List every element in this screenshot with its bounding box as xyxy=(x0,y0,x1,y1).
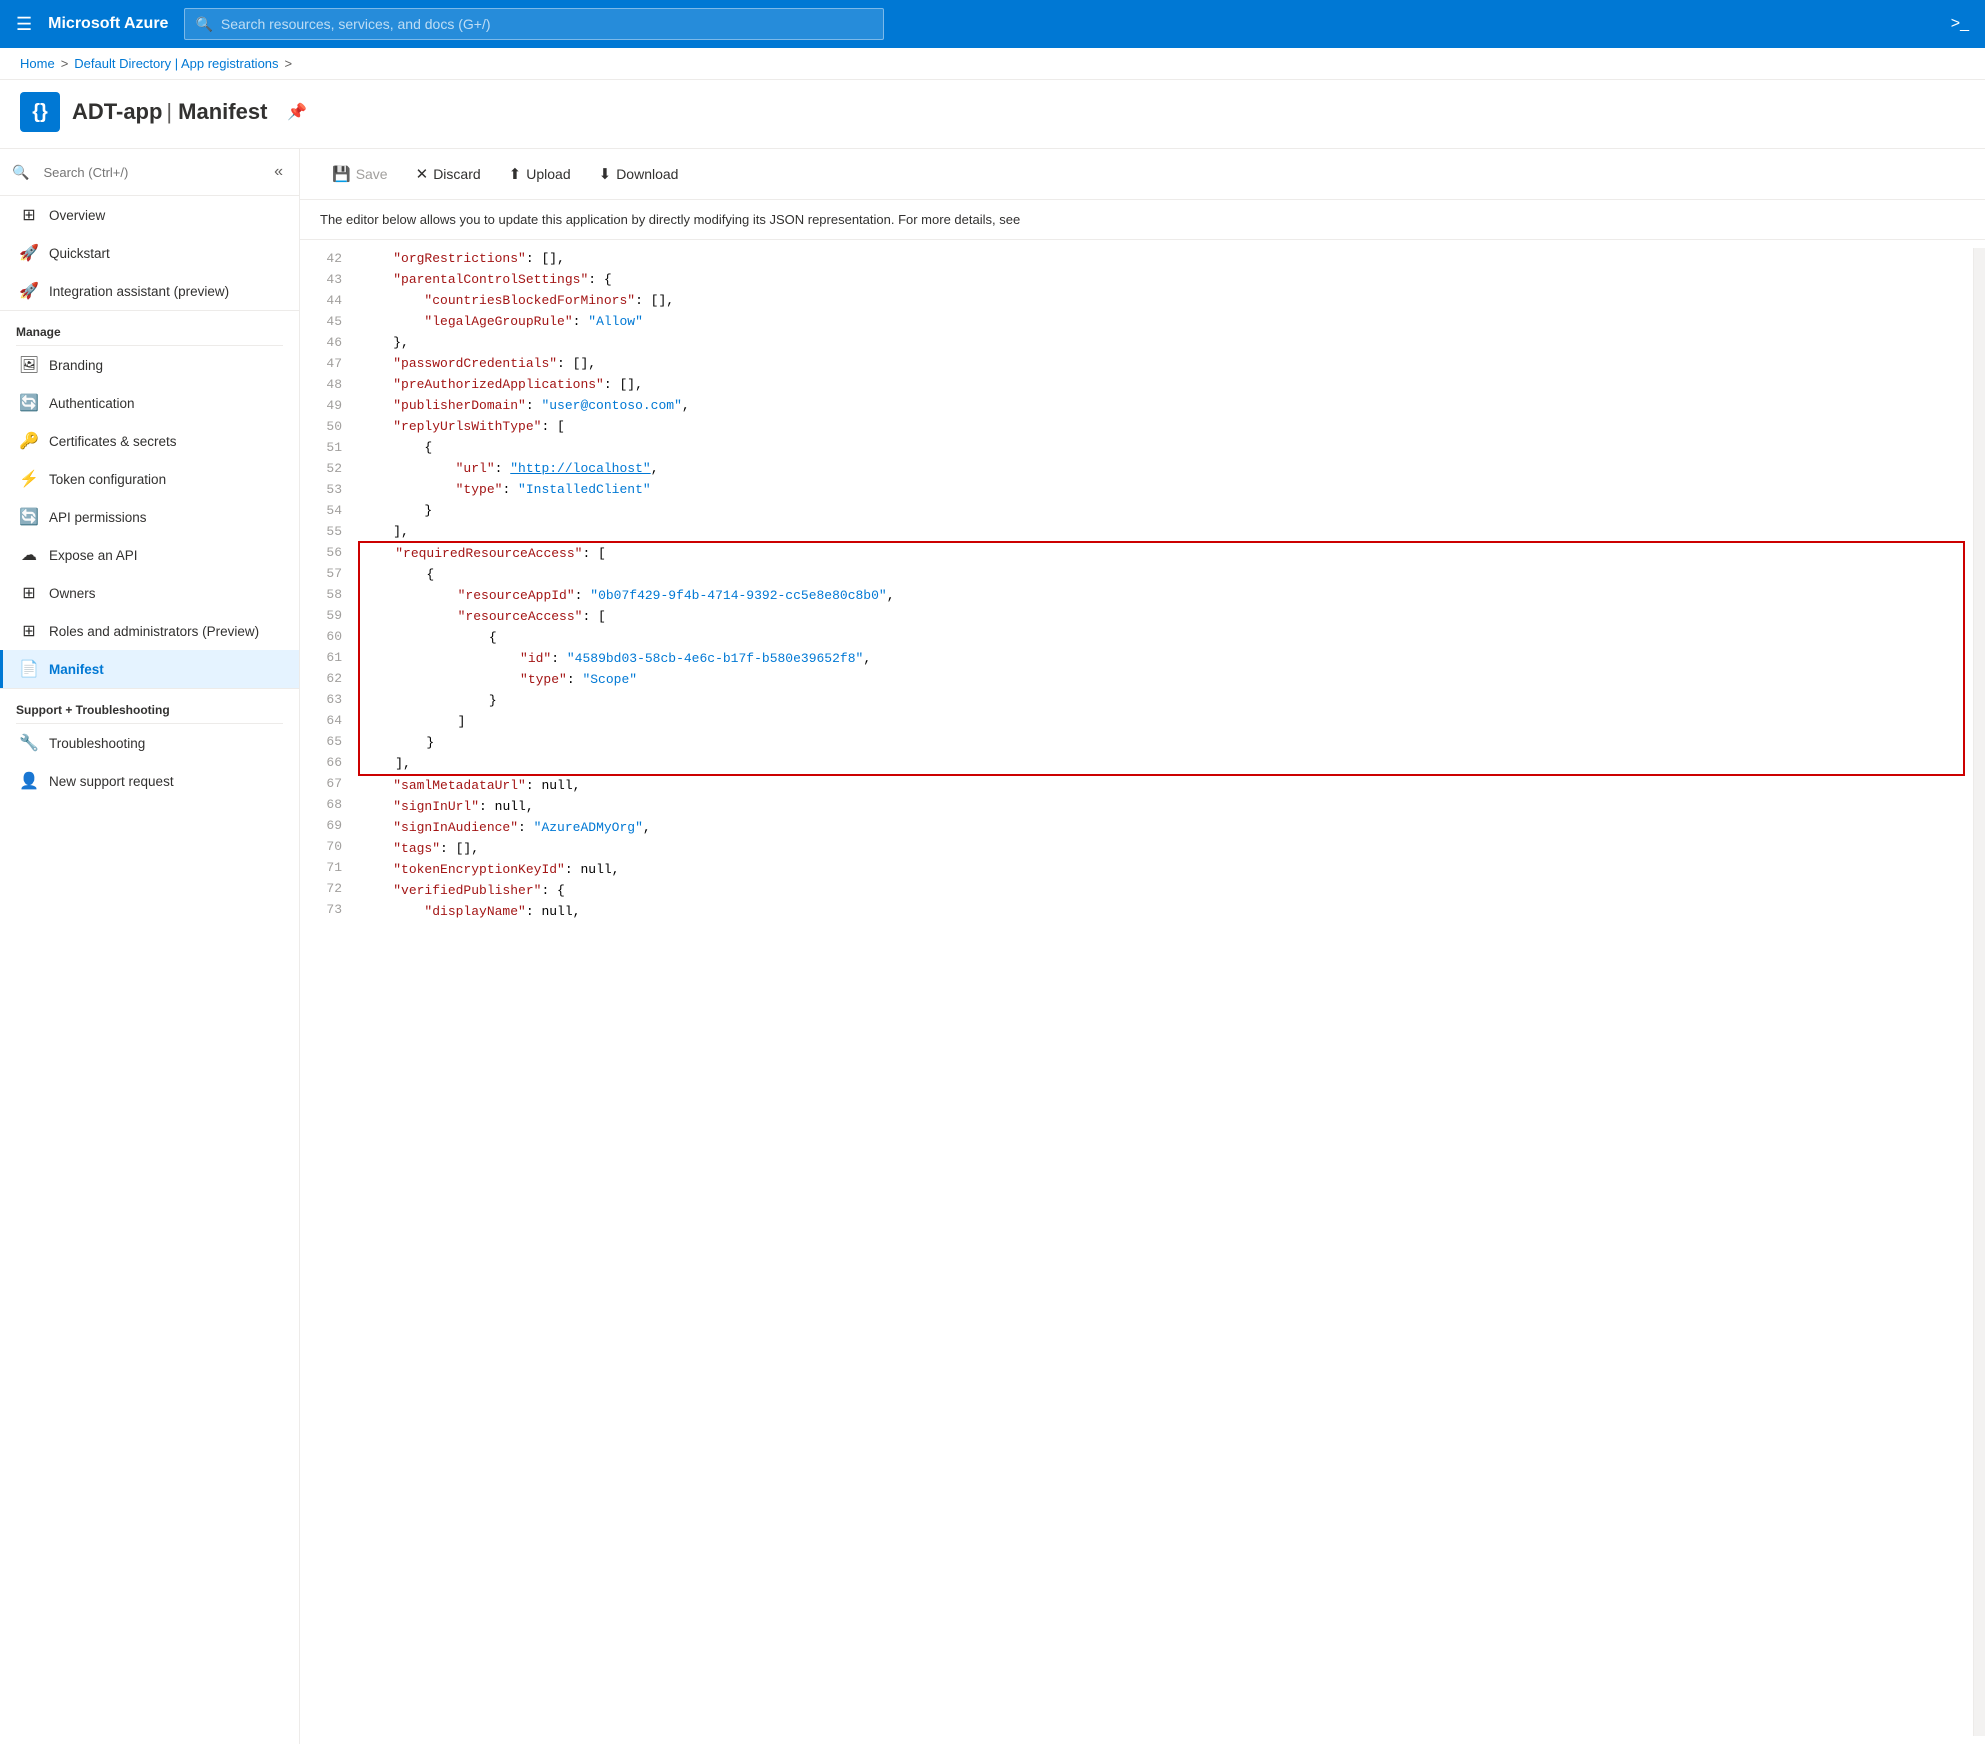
support-nav-items: 🔧 Troubleshooting 👤 New support request xyxy=(0,724,299,800)
sidebar-item-token[interactable]: ⚡ Token configuration xyxy=(0,460,299,498)
page-header: {} ADT-app | Manifest 📌 xyxy=(0,80,1985,149)
roles-icon: ⊞ xyxy=(19,621,39,641)
discard-button[interactable]: ✕ Discard xyxy=(404,159,493,189)
sidebar-search-area: 🔍 « xyxy=(0,149,299,196)
sidebar-item-label: API permissions xyxy=(49,510,147,525)
sidebar-item-label: Authentication xyxy=(49,396,135,411)
global-search-input[interactable] xyxy=(221,16,874,32)
quickstart-icon: 🚀 xyxy=(19,243,39,263)
sidebar-item-api-permissions[interactable]: 🔄 API permissions xyxy=(0,498,299,536)
editor-description: The editor below allows you to update th… xyxy=(300,200,1985,240)
line-numbers: 4243444546474849505152535455565758596061… xyxy=(300,248,350,1736)
breadcrumb-directory[interactable]: Default Directory | App registrations xyxy=(74,56,278,71)
sidebar-item-label: Branding xyxy=(49,358,103,373)
sidebar-item-label: New support request xyxy=(49,774,174,789)
sidebar-item-label: Expose an API xyxy=(49,548,138,563)
sidebar-item-label: Overview xyxy=(49,208,105,223)
owners-icon: ⊞ xyxy=(19,583,39,603)
sidebar-item-label: Quickstart xyxy=(49,246,110,261)
pin-icon[interactable]: 📌 xyxy=(287,102,307,122)
sidebar-nav-items: ⊞ Overview 🚀 Quickstart 🚀 Integration as… xyxy=(0,196,299,310)
top-nav-right: >_ xyxy=(1951,15,1969,33)
sidebar-item-quickstart[interactable]: 🚀 Quickstart xyxy=(0,234,299,272)
integration-icon: 🚀 xyxy=(19,281,39,301)
sidebar-item-certificates[interactable]: 🔑 Certificates & secrets xyxy=(0,422,299,460)
sidebar-item-label: Roles and administrators (Preview) xyxy=(49,624,259,639)
api-permissions-icon: 🔄 xyxy=(19,507,39,527)
page-title: ADT-app | Manifest xyxy=(72,99,267,125)
upload-button[interactable]: ⬆ Upload xyxy=(497,159,583,189)
scrollbar[interactable] xyxy=(1973,248,1985,1736)
sidebar-item-integration[interactable]: 🚀 Integration assistant (preview) xyxy=(0,272,299,310)
sidebar-search-icon: 🔍 xyxy=(12,164,29,181)
sidebar-item-label: Token configuration xyxy=(49,472,166,487)
code-editor[interactable]: 4243444546474849505152535455565758596061… xyxy=(300,240,1985,1744)
sidebar-item-overview[interactable]: ⊞ Overview xyxy=(0,196,299,234)
save-icon: 💾 xyxy=(332,165,351,183)
breadcrumb-sep2: > xyxy=(285,56,293,71)
sidebar-item-roles[interactable]: ⊞ Roles and administrators (Preview) xyxy=(0,612,299,650)
sidebar-item-authentication[interactable]: 🔄 Authentication xyxy=(0,384,299,422)
sidebar-item-label: Certificates & secrets xyxy=(49,434,177,449)
breadcrumb-sep1: > xyxy=(61,56,69,71)
save-button[interactable]: 💾 Save xyxy=(320,159,400,189)
overview-icon: ⊞ xyxy=(19,205,39,225)
support-section-header: Support + Troubleshooting xyxy=(0,688,299,723)
sidebar-item-owners[interactable]: ⊞ Owners xyxy=(0,574,299,612)
sidebar-item-new-support[interactable]: 👤 New support request xyxy=(0,762,299,800)
search-icon: 🔍 xyxy=(195,16,212,33)
sidebar-item-troubleshooting[interactable]: 🔧 Troubleshooting xyxy=(0,724,299,762)
expose-api-icon: ☁ xyxy=(19,545,39,565)
manage-section-header: Manage xyxy=(0,310,299,345)
troubleshooting-icon: 🔧 xyxy=(19,733,39,753)
sidebar-item-expose-api[interactable]: ☁ Expose an API xyxy=(0,536,299,574)
brand-name: Microsoft Azure xyxy=(48,15,168,33)
manifest-icon: 📄 xyxy=(19,659,39,679)
download-icon: ⬇ xyxy=(599,165,612,183)
save-label: Save xyxy=(356,166,388,182)
top-navbar: ☰ Microsoft Azure 🔍 >_ xyxy=(0,0,1985,48)
branding-icon: 🖼 xyxy=(19,355,39,375)
global-search-bar[interactable]: 🔍 xyxy=(184,8,884,40)
breadcrumb: Home > Default Directory | App registrat… xyxy=(0,48,1985,80)
code-lines: "orgRestrictions": [], "parentalControlS… xyxy=(350,248,1973,1736)
token-icon: ⚡ xyxy=(19,469,39,489)
authentication-icon: 🔄 xyxy=(19,393,39,413)
download-label: Download xyxy=(616,166,678,182)
discard-icon: ✕ xyxy=(416,165,429,183)
sidebar-search-input[interactable] xyxy=(35,160,264,185)
content-area: 💾 Save ✕ Discard ⬆ Upload ⬇ Download The… xyxy=(300,149,1985,1744)
sidebar-item-label: Owners xyxy=(49,586,96,601)
upload-label: Upload xyxy=(526,166,570,182)
sidebar-item-label: Integration assistant (preview) xyxy=(49,284,229,299)
support-request-icon: 👤 xyxy=(19,771,39,791)
sidebar-item-branding[interactable]: 🖼 Branding xyxy=(0,346,299,384)
app-icon: {} xyxy=(20,92,60,132)
upload-icon: ⬆ xyxy=(509,165,522,183)
sidebar-item-label: Troubleshooting xyxy=(49,736,145,751)
certificates-icon: 🔑 xyxy=(19,431,39,451)
sidebar-item-label: Manifest xyxy=(49,662,104,677)
download-button[interactable]: ⬇ Download xyxy=(587,159,691,189)
hamburger-icon[interactable]: ☰ xyxy=(16,14,32,35)
manifest-toolbar: 💾 Save ✕ Discard ⬆ Upload ⬇ Download xyxy=(300,149,1985,200)
sidebar-collapse-button[interactable]: « xyxy=(270,159,287,185)
manage-nav-items: 🖼 Branding 🔄 Authentication 🔑 Certificat… xyxy=(0,346,299,688)
main-layout: 🔍 « ⊞ Overview 🚀 Quickstart 🚀 Integratio… xyxy=(0,149,1985,1744)
breadcrumb-home[interactable]: Home xyxy=(20,56,55,71)
sidebar-item-manifest[interactable]: 📄 Manifest xyxy=(0,650,299,688)
sidebar: 🔍 « ⊞ Overview 🚀 Quickstart 🚀 Integratio… xyxy=(0,149,300,1744)
cloud-shell-icon[interactable]: >_ xyxy=(1951,15,1969,33)
discard-label: Discard xyxy=(433,166,480,182)
